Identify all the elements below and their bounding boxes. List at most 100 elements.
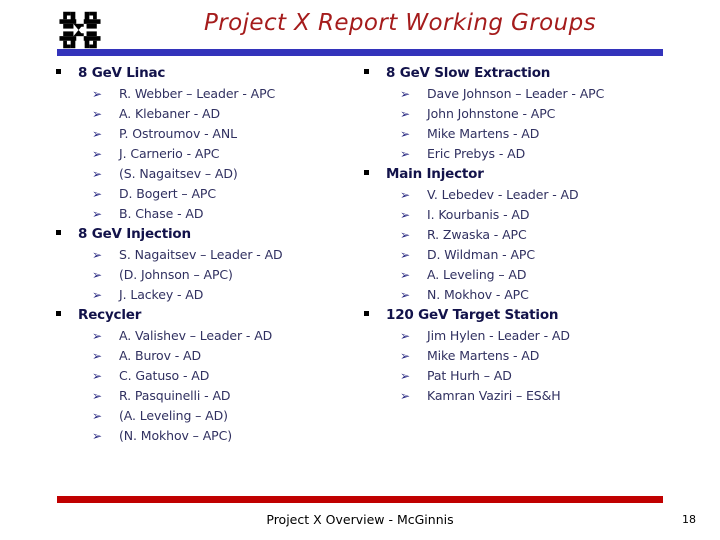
group-8-gev-slow-extraction: 8 GeV Slow Extraction ➢ Dave Johnson – L… [364,64,684,164]
member-label: V. Lebedev - Leader - AD [427,187,579,202]
member-label: C. Gatuso - AD [119,368,210,383]
group-heading: 120 GeV Target Station [364,306,684,325]
group-main-injector: Main Injector ➢ V. Lebedev - Leader - AD… [364,165,684,305]
list-item: ➢ (S. Nagaitsev – AD) [56,164,366,184]
arrow-bullet-icon: ➢ [400,369,410,383]
member-label: D. Bogert – APC [119,186,216,201]
member-label: A. Burov - AD [119,348,202,363]
list-item: ➢ P. Ostroumov - ANL [56,124,366,144]
group-heading: 8 GeV Slow Extraction [364,64,684,83]
arrow-bullet-icon: ➢ [400,288,410,302]
member-label: S. Nagaitsev – Leader - AD [119,247,283,262]
arrow-bullet-icon: ➢ [400,147,410,161]
member-label: J. Lackey - AD [119,287,204,302]
list-item: ➢ (A. Leveling – AD) [56,406,366,426]
arrow-bullet-icon: ➢ [400,268,410,282]
group-heading-label: 8 GeV Linac [78,65,166,81]
list-item: ➢ A. Klebaner - AD [56,104,366,124]
arrow-bullet-icon: ➢ [92,369,102,383]
list-item: ➢ J. Carnerio - APC [56,144,366,164]
list-item: ➢ R. Pasquinelli - AD [56,386,366,406]
member-label: J. Carnerio - APC [119,146,220,161]
fermilab-logo-icon [56,9,104,51]
arrow-bullet-icon: ➢ [400,349,410,363]
arrow-bullet-icon: ➢ [92,409,102,423]
member-list: ➢ V. Lebedev - Leader - AD ➢ I. Kourbani… [364,185,684,305]
list-item: ➢ N. Mokhov - APC [364,285,684,305]
group-heading: 8 GeV Injection [56,225,366,244]
list-item: ➢ (D. Johnson – APC) [56,265,366,285]
member-label: A. Valishev – Leader - AD [119,328,273,343]
arrow-bullet-icon: ➢ [92,147,102,161]
group-recycler: Recycler ➢ A. Valishev – Leader - AD ➢ A… [56,306,366,446]
arrow-bullet-icon: ➢ [92,127,102,141]
list-item: ➢ Mike Martens - AD [364,346,684,366]
arrow-bullet-icon: ➢ [92,349,102,363]
member-label: Pat Hurh – AD [427,368,512,383]
list-item: ➢ V. Lebedev - Leader - AD [364,185,684,205]
list-item: ➢ S. Nagaitsev – Leader - AD [56,245,366,265]
group-heading-label: 8 GeV Slow Extraction [386,65,551,81]
arrow-bullet-icon: ➢ [400,329,410,343]
member-label: D. Wildman - APC [427,247,535,262]
group-heading-label: Main Injector [386,166,484,182]
member-label: John Johnstone - APC [427,106,556,121]
list-item: ➢ Eric Prebys - AD [364,144,684,164]
group-8-gev-injection: 8 GeV Injection ➢ S. Nagaitsev – Leader … [56,225,366,305]
member-label: Dave Johnson – Leader - APC [427,86,605,101]
member-label: Kamran Vaziri – ES&H [427,388,561,403]
member-label: (S. Nagaitsev – AD) [119,166,238,181]
member-label: A. Klebaner - AD [119,106,221,121]
page-title: Project X Report Working Groups [204,10,596,36]
member-label: N. Mokhov - APC [427,287,529,302]
arrow-bullet-icon: ➢ [92,187,102,201]
arrow-bullet-icon: ➢ [400,127,410,141]
list-item: ➢ Jim Hylen - Leader - AD [364,326,684,346]
working-groups-left-column: 8 GeV Linac ➢ R. Webber – Leader - APC ➢… [56,64,366,447]
square-bullet-icon [364,165,386,184]
square-bullet-icon [56,306,78,325]
arrow-bullet-icon: ➢ [92,167,102,181]
title-divider-bar [57,49,663,56]
arrow-bullet-icon: ➢ [92,268,102,282]
group-heading-label: Recycler [78,307,142,323]
list-item: ➢ C. Gatuso - AD [56,366,366,386]
arrow-bullet-icon: ➢ [92,87,102,101]
arrow-bullet-icon: ➢ [92,207,102,221]
working-groups-right-column: 8 GeV Slow Extraction ➢ Dave Johnson – L… [364,64,684,407]
list-item: ➢ A. Valishev – Leader - AD [56,326,366,346]
arrow-bullet-icon: ➢ [400,228,410,242]
group-8-gev-linac: 8 GeV Linac ➢ R. Webber – Leader - APC ➢… [56,64,366,224]
member-label: B. Chase - AD [119,206,204,221]
member-list: ➢ R. Webber – Leader - APC ➢ A. Klebaner… [56,84,366,224]
list-item: ➢ A. Burov - AD [56,346,366,366]
member-list: ➢ Jim Hylen - Leader - AD ➢ Mike Martens… [364,326,684,406]
list-item: ➢ R. Zwaska - APC [364,225,684,245]
arrow-bullet-icon: ➢ [400,389,410,403]
member-list: ➢ Dave Johnson – Leader - APC ➢ John Joh… [364,84,684,164]
slide-header: Project X Report Working Groups [0,0,720,58]
group-120-gev-target-station: 120 GeV Target Station ➢ Jim Hylen - Lea… [364,306,684,406]
member-label: Mike Martens - AD [427,348,540,363]
member-label: A. Leveling – AD [427,267,527,282]
list-item: ➢ Pat Hurh – AD [364,366,684,386]
footer-text: Project X Overview - McGinnis [266,512,454,527]
arrow-bullet-icon: ➢ [92,429,102,443]
list-item: ➢ J. Lackey - AD [56,285,366,305]
list-item: ➢ Dave Johnson – Leader - APC [364,84,684,104]
square-bullet-icon [56,64,78,83]
member-list: ➢ A. Valishev – Leader - AD ➢ A. Burov -… [56,326,366,446]
arrow-bullet-icon: ➢ [92,248,102,262]
member-label: (N. Mokhov – APC) [119,428,233,443]
group-heading-label: 120 GeV Target Station [386,307,559,323]
arrow-bullet-icon: ➢ [92,389,102,403]
arrow-bullet-icon: ➢ [400,87,410,101]
member-label: R. Webber – Leader - APC [119,86,276,101]
member-label: R. Zwaska - APC [427,227,527,242]
member-label: P. Ostroumov - ANL [119,126,237,141]
arrow-bullet-icon: ➢ [400,248,410,262]
list-item: ➢ R. Webber – Leader - APC [56,84,366,104]
member-label: (A. Leveling – AD) [119,408,228,423]
member-label: Eric Prebys - AD [427,146,526,161]
list-item: ➢ (N. Mokhov – APC) [56,426,366,446]
